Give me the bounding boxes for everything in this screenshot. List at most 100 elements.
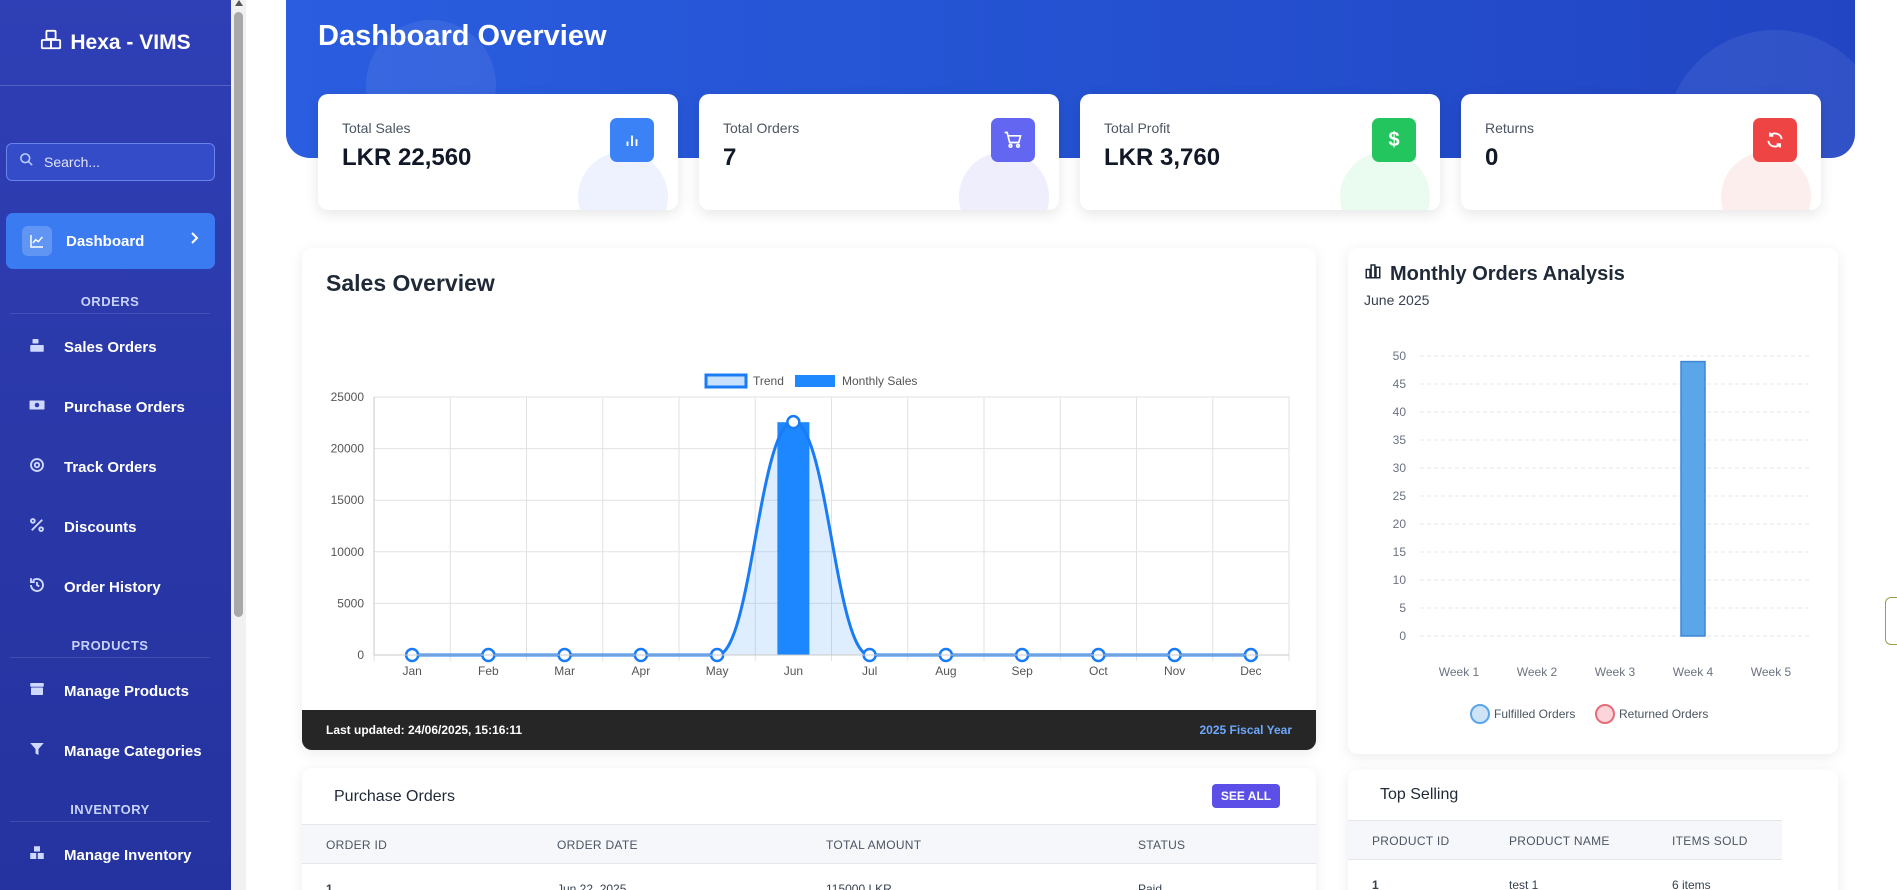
y-tick-label: 5: [1399, 601, 1406, 615]
y-tick-label: 25: [1393, 489, 1407, 503]
last-updated: Last updated: 24/06/2025, 15:16:11: [326, 723, 523, 737]
legend-label-monthly-sales: Monthly Sales: [842, 374, 917, 388]
sidebar-item-dashboard[interactable]: Dashboard: [6, 213, 215, 269]
x-tick-label: Apr: [632, 664, 651, 678]
sidebar-item-manage-categories[interactable]: Manage Categories: [28, 740, 202, 762]
sidebar-item-label: Purchase Orders: [64, 398, 185, 416]
stat-label: Total Sales: [342, 120, 411, 136]
stat-label: Total Profit: [1104, 120, 1171, 136]
legend-swatch-trend: [704, 373, 748, 389]
y-tick-label: 50: [1393, 349, 1407, 363]
cell-order-date: Jun 22, 2025: [557, 882, 627, 890]
sidebar-item-purchase-orders[interactable]: Purchase Orders: [28, 396, 185, 418]
x-tick-label: Mar: [554, 664, 575, 678]
sidebar-item-label: Manage Products: [64, 682, 190, 700]
top-selling-panel: Top Selling PRODUCT ID PRODUCT NAME ITEM…: [1348, 770, 1838, 890]
scrollbar-thumb[interactable]: [234, 12, 243, 617]
y-tick-label: 45: [1393, 377, 1407, 391]
sidebar-item-manage-inventory[interactable]: Manage Inventory: [28, 844, 192, 866]
stat-card-total-profit: Total Profit LKR 3,760 $: [1080, 94, 1440, 210]
sales-overview-panel: Sales Overview 0 5000 10000 15000 20000 25000…: [302, 248, 1316, 750]
box-icon: [28, 680, 46, 702]
y-tick-label: 20000: [331, 442, 365, 456]
sidebar-item-track-orders[interactable]: Track Orders: [28, 456, 157, 478]
y-tick-label: 35: [1393, 433, 1407, 447]
legend-swatch-fulfilled: [1470, 704, 1490, 724]
sidebar-item-label: Manage Categories: [64, 742, 202, 760]
sidebar-item-discounts[interactable]: Discounts: [28, 516, 137, 538]
purchase-orders-title: Purchase Orders: [334, 788, 455, 805]
bar-chart-icon: [610, 118, 654, 162]
x-tick-label: Jul: [862, 664, 877, 678]
y-tick-label: 15000: [331, 493, 365, 507]
table-header: ORDER ID ORDER DATE TOTAL AMOUNT STATUS: [302, 824, 1316, 864]
stat-value: 7: [723, 144, 737, 171]
x-tick-label: Dec: [1240, 664, 1261, 678]
dollar-icon: $: [1372, 118, 1416, 162]
sidebar-item-label: Order History: [64, 578, 161, 596]
x-tick-label: Feb: [478, 664, 499, 678]
refresh-icon: [1753, 118, 1797, 162]
stat-card-total-sales: Total Sales LKR 22,560: [318, 94, 678, 210]
column-header[interactable]: PRODUCT NAME: [1509, 834, 1610, 848]
sidebar-item-label: Dashboard: [66, 232, 145, 250]
search-input[interactable]: [44, 154, 204, 170]
percent-icon: [28, 516, 46, 538]
legend-label-fulfilled: Fulfilled Orders: [1494, 707, 1575, 721]
filter-icon: [28, 740, 46, 762]
x-tick-label: Week 4: [1673, 665, 1714, 679]
y-tick-label: 0: [357, 648, 364, 662]
column-header[interactable]: ORDER ID: [326, 838, 387, 852]
column-header[interactable]: TOTAL AMOUNT: [826, 838, 921, 852]
x-tick-label: Week 2: [1517, 665, 1558, 679]
x-tick-label: Oct: [1089, 664, 1108, 678]
column-header[interactable]: ITEMS SOLD: [1672, 834, 1748, 848]
x-tick-label: Week 3: [1595, 665, 1636, 679]
y-tick-label: 30: [1393, 461, 1407, 475]
column-header[interactable]: ORDER DATE: [557, 838, 638, 852]
sidebar-item-sales-orders[interactable]: Sales Orders: [28, 336, 157, 358]
column-header[interactable]: PRODUCT ID: [1372, 834, 1449, 848]
x-tick-label: Week 5: [1751, 665, 1792, 679]
cell-status: Paid: [1138, 882, 1163, 890]
x-tick-label: Jun: [784, 664, 803, 678]
sidebar-item-manage-products[interactable]: Manage Products: [28, 680, 189, 702]
cell-order-id: 1: [326, 882, 333, 890]
stat-value: 0: [1485, 144, 1499, 171]
see-all-button[interactable]: SEE ALL: [1212, 784, 1280, 808]
app-root: Hexa - VIMS Dashboard ORDERS Sales Order…: [0, 0, 1897, 890]
table-header: PRODUCT ID PRODUCT NAME ITEMS SOLD: [1348, 820, 1782, 860]
y-tick-label: 20: [1393, 517, 1407, 531]
floating-widget-tab[interactable]: [1885, 597, 1897, 645]
chart-line-icon: [22, 226, 52, 256]
section-products: PRODUCTS: [0, 638, 220, 658]
stat-value: LKR 22,560: [342, 144, 472, 171]
x-tick-label: Sep: [1011, 664, 1033, 678]
sidebar: Hexa - VIMS Dashboard ORDERS Sales Order…: [0, 0, 231, 890]
stat-label: Total Orders: [723, 120, 800, 136]
sidebar-search[interactable]: [6, 143, 215, 181]
chevron-right-icon: [189, 231, 199, 249]
column-header[interactable]: STATUS: [1138, 838, 1185, 852]
y-tick-label: 10: [1393, 573, 1407, 587]
x-tick-label: Week 1: [1439, 665, 1480, 679]
cell-total-amount: 115000 LKR: [826, 882, 892, 890]
sidebar-scrollbar[interactable]: [231, 0, 246, 890]
fiscal-year: 2025 Fiscal Year: [1199, 723, 1292, 737]
x-tick-label: Nov: [1164, 664, 1185, 678]
sidebar-item-label: Discounts: [64, 518, 137, 536]
sidebar-item-order-history[interactable]: Order History: [28, 576, 161, 598]
trend-point: [786, 414, 801, 430]
y-tick-label: 0: [1399, 629, 1406, 643]
money-bill-icon: [28, 396, 46, 418]
brand-name: Hexa - VIMS: [70, 30, 191, 54]
history-icon: [28, 576, 46, 598]
monthly-chart: 0 5 10 15 20 25 30 35 40 45 50 Week 1 Week 2 Week 3 We…: [1393, 349, 1810, 724]
scroll-up-arrow[interactable]: [235, 0, 243, 6]
legend-label-trend: Trend: [753, 374, 784, 388]
y-tick-label: 25000: [331, 390, 365, 404]
brand[interactable]: Hexa - VIMS: [0, 0, 231, 86]
sidebar-item-label: Track Orders: [64, 458, 157, 476]
cell-product-id: 1: [1372, 878, 1379, 890]
bar-fulfilled-orders: [1680, 360, 1706, 637]
